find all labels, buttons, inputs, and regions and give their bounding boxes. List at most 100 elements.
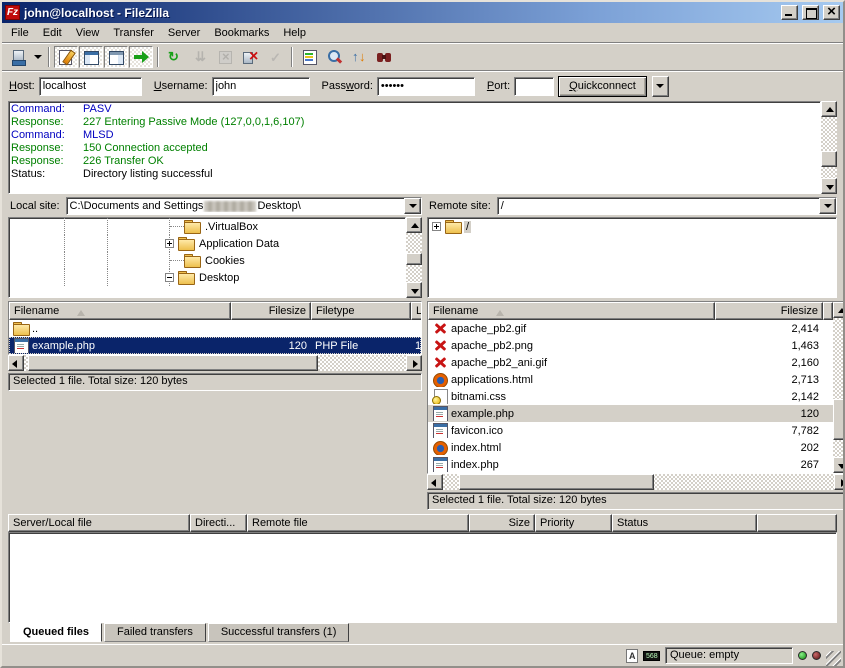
column-header-filename[interactable]: Filename — [9, 302, 231, 320]
scroll-down-button[interactable] — [833, 457, 845, 473]
scroll-down-button[interactable] — [821, 178, 837, 194]
find-files-button[interactable] — [372, 46, 396, 68]
local-tree-vertical-scrollbar[interactable] — [406, 217, 422, 298]
remote-list-vertical-scrollbar[interactable] — [833, 302, 845, 473]
scroll-up-button[interactable] — [821, 101, 837, 117]
tab-queued-files[interactable]: Queued files — [10, 623, 102, 642]
scroll-left-button[interactable] — [427, 474, 443, 490]
file-row-apache_pb2_ani-gif[interactable]: apache_pb2_ani.gif2,160 — [428, 354, 833, 371]
scroll-thumb[interactable] — [28, 355, 318, 371]
local-horizontal-scrollbar[interactable] — [8, 355, 422, 371]
file-row--[interactable]: .. — [9, 320, 421, 337]
password-input[interactable] — [377, 77, 475, 96]
collapse-icon[interactable] — [165, 273, 174, 282]
filename-cell: example.php — [9, 338, 231, 353]
close-button[interactable] — [823, 5, 840, 20]
cancel-button[interactable] — [213, 46, 237, 68]
scroll-up-button[interactable] — [833, 302, 845, 318]
local-path-value: C:\Documents and SettingsDesktop\ — [67, 200, 404, 212]
file-row-index-php[interactable]: index.php267 — [428, 456, 833, 473]
scroll-right-button[interactable] — [834, 474, 845, 490]
scroll-thumb[interactable] — [406, 253, 422, 266]
expand-icon[interactable] — [165, 239, 174, 248]
site-manager-button[interactable] — [6, 46, 30, 68]
tab-failed-transfers[interactable]: Failed transfers — [104, 623, 206, 642]
file-row-apache_pb2-gif[interactable]: apache_pb2.gif2,414 — [428, 320, 833, 337]
column-header-l[interactable]: L — [411, 302, 421, 320]
site-manager-dropdown-button[interactable] — [31, 46, 44, 68]
file-row-example-php[interactable]: example.php120PHP File1 — [9, 337, 421, 354]
expand-icon[interactable] — [432, 222, 441, 231]
toggle-remote-tree-button[interactable] — [104, 46, 128, 68]
scroll-thumb[interactable] — [833, 399, 845, 441]
remote-path-dropdown-button[interactable] — [819, 198, 836, 214]
toggle-message-log-button[interactable] — [54, 46, 78, 68]
port-input[interactable] — [514, 77, 554, 96]
column-header-size[interactable]: Size — [469, 514, 535, 532]
file-row-bitnami-css[interactable]: bitnami.css2,142 — [428, 388, 833, 405]
scroll-right-button[interactable] — [406, 355, 422, 371]
scroll-track[interactable] — [443, 474, 834, 490]
tree-item-root[interactable]: / — [428, 218, 836, 235]
refresh-button[interactable] — [163, 46, 187, 68]
column-header-priority[interactable]: Priority — [535, 514, 612, 532]
synchronized-browsing-button[interactable] — [347, 46, 371, 68]
file-row-favicon-ico[interactable]: favicon.ico7,782 — [428, 422, 833, 439]
process-queue-button[interactable] — [188, 46, 212, 68]
menu-help[interactable]: Help — [276, 25, 313, 41]
column-header-filesize[interactable]: Filesize — [715, 302, 823, 320]
menu-view[interactable]: View — [69, 25, 107, 41]
column-header-status[interactable]: Status — [612, 514, 757, 532]
menu-bookmarks[interactable]: Bookmarks — [207, 25, 276, 41]
menu-edit[interactable]: Edit — [36, 25, 69, 41]
menu-server[interactable]: Server — [161, 25, 207, 41]
tab-successful-transfers-1-[interactable]: Successful transfers (1) — [208, 623, 350, 642]
remote-horizontal-scrollbar[interactable] — [427, 474, 845, 490]
remote-list-header: FilenameFilesize — [428, 302, 833, 320]
reconnect-button[interactable] — [263, 46, 287, 68]
disconnect-button[interactable] — [238, 46, 262, 68]
file-row-apache_pb2-png[interactable]: apache_pb2.png1,463 — [428, 337, 833, 354]
tree-item-cookies[interactable]: Cookies — [9, 252, 405, 269]
menu-file[interactable]: File — [4, 25, 36, 41]
resize-grip[interactable] — [826, 651, 841, 666]
scroll-track[interactable] — [833, 318, 845, 457]
tree-item--virtualbox[interactable]: .VirtualBox — [9, 218, 405, 235]
column-header-server-local-file[interactable]: Server/Local file — [8, 514, 190, 532]
tree-item-desktop[interactable]: Desktop — [9, 269, 405, 286]
titlebar[interactable]: Fz john@localhost - FileZilla — [2, 2, 843, 23]
filter-button[interactable] — [297, 46, 321, 68]
column-header-filesize[interactable]: Filesize — [231, 302, 311, 320]
local-path-dropdown-button[interactable] — [404, 198, 421, 214]
toggle-local-tree-button[interactable] — [79, 46, 103, 68]
local-path-combobox[interactable]: C:\Documents and SettingsDesktop\ — [66, 197, 422, 215]
remote-path-combobox[interactable]: / — [497, 197, 837, 215]
menu-transfer[interactable]: Transfer — [106, 25, 161, 41]
minimize-button[interactable] — [781, 5, 798, 20]
maximize-button[interactable] — [802, 5, 819, 20]
scroll-left-button[interactable] — [8, 355, 24, 371]
tree-item-application-data[interactable]: Application Data — [9, 235, 405, 252]
file-row-index-html[interactable]: index.html202 — [428, 439, 833, 456]
scroll-track[interactable] — [406, 233, 422, 282]
directory-comparison-button[interactable] — [322, 46, 346, 68]
column-header-filename[interactable]: Filename — [428, 302, 715, 320]
host-input[interactable] — [39, 77, 142, 96]
scroll-track[interactable] — [24, 355, 406, 371]
quickconnect-dropdown-button[interactable] — [652, 76, 669, 97]
scroll-down-button[interactable] — [406, 282, 422, 298]
column-header-remote-file[interactable]: Remote file — [247, 514, 469, 532]
column-header-filetype[interactable]: Filetype — [311, 302, 411, 320]
log-vertical-scrollbar[interactable] — [821, 101, 837, 194]
username-input[interactable] — [212, 77, 310, 96]
quickconnect-button[interactable]: Quickconnect — [558, 76, 647, 97]
scroll-up-button[interactable] — [406, 217, 422, 233]
scroll-thumb[interactable] — [821, 151, 837, 167]
toggle-transfer-queue-button[interactable] — [129, 46, 153, 68]
scroll-thumb[interactable] — [459, 474, 655, 490]
file-row-example-php[interactable]: example.php120 — [428, 405, 833, 422]
log-message: MLSD — [83, 129, 114, 142]
scroll-track[interactable] — [821, 117, 837, 178]
column-header-directi-[interactable]: Directi... — [190, 514, 247, 532]
file-row-applications-html[interactable]: applications.html2,713 — [428, 371, 833, 388]
